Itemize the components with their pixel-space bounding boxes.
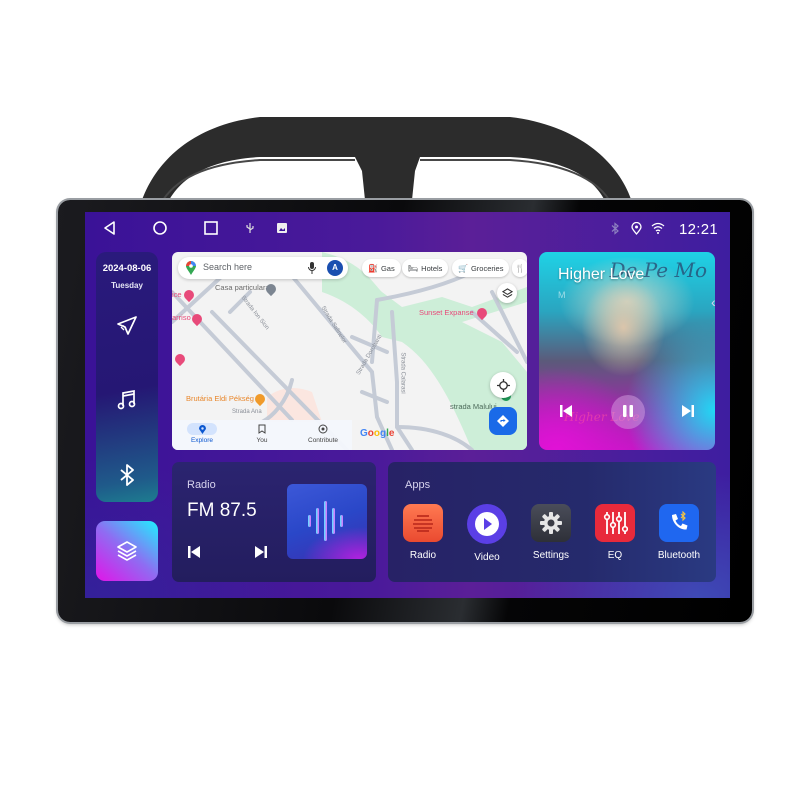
usb-icon: [245, 222, 255, 234]
apps-label: Apps: [405, 479, 431, 491]
pause-button[interactable]: [621, 404, 635, 418]
clock: 12:21: [678, 221, 718, 238]
app-bluetooth[interactable]: Bluetooth: [647, 504, 711, 561]
radio-app-icon: [403, 504, 443, 542]
date-label: 2024-08-06: [102, 263, 152, 274]
skip-previous-icon: [188, 546, 200, 558]
radio-artwork: [287, 484, 367, 559]
map-label-sunset: Sunset Expanse: [419, 308, 474, 317]
contribute-icon: [318, 424, 328, 434]
video-app-icon: [467, 504, 507, 544]
mic-icon[interactable]: [308, 262, 316, 274]
fork-knife-icon: 🍴: [515, 263, 525, 273]
track-title: Higher Love: [558, 266, 645, 283]
home-icon[interactable]: [152, 220, 168, 236]
google-maps-pin-icon: [186, 261, 196, 275]
track-artist: M: [558, 290, 566, 300]
map-label-casa: Casa particulara: [215, 283, 270, 292]
map-label-brutaria: Brutária Eldi Pékség: [186, 394, 254, 403]
bluetooth-status-icon: [610, 222, 620, 235]
equalizer-app-icon: [595, 504, 635, 542]
map-label-strada-calarasi: Strada Calarasi: [399, 352, 406, 394]
navigation-icon[interactable]: [115, 314, 139, 338]
chip-gas[interactable]: ⛽ Gas: [362, 259, 401, 277]
directions-button[interactable]: [489, 407, 517, 435]
previous-track-button[interactable]: [559, 404, 573, 418]
crosshair-icon: [496, 378, 510, 392]
map-tab-you[interactable]: You: [237, 423, 287, 444]
day-label: Tuesday: [111, 281, 143, 290]
gas-station-icon: ⛽: [368, 263, 378, 273]
wifi-icon: [651, 222, 665, 234]
radio-frequency: FM 87.5: [187, 500, 257, 521]
app-settings[interactable]: Settings: [519, 504, 583, 561]
skip-previous-icon: [560, 405, 572, 417]
directions-icon: [497, 415, 509, 427]
explore-pin-icon: [198, 424, 206, 434]
music-icon[interactable]: [115, 388, 139, 412]
location-icon: [631, 222, 642, 235]
settings-app-icon: [531, 504, 571, 542]
bluetooth-icon[interactable]: [115, 463, 139, 487]
map-widget[interactable]: Search here A ⛽ Gas 🛏 Hotels 🛒 Groceries…: [172, 252, 527, 450]
my-location-button[interactable]: [490, 372, 516, 398]
map-label-strada-ana: Strada Ana: [232, 409, 262, 415]
gallery-icon: [277, 223, 287, 233]
pause-icon: [623, 405, 633, 417]
app-radio[interactable]: Radio: [391, 504, 455, 561]
app-eq[interactable]: EQ: [583, 504, 647, 561]
map-label-partial-1: ice: [172, 290, 182, 299]
skip-next-icon: [682, 405, 694, 417]
skip-next-icon: [255, 546, 267, 558]
search-placeholder: Search here: [203, 262, 253, 272]
bluetooth-phone-app-icon: [659, 504, 699, 542]
chip-hotels[interactable]: 🛏 Hotels: [402, 259, 449, 277]
map-tab-contribute[interactable]: Contribute: [298, 423, 348, 444]
map-layers-button[interactable]: [497, 283, 517, 303]
music-player-widget[interactable]: De Pe Mo Higher Love M Higher Love: [539, 252, 715, 450]
status-bar: 12:21: [85, 212, 730, 246]
chevron-left-icon[interactable]: ‹: [711, 294, 716, 310]
radio-next-button[interactable]: [254, 545, 268, 564]
quick-launch-panel: 2024-08-06 Tuesday: [96, 252, 158, 502]
radio-label: Radio: [187, 479, 216, 491]
bookmark-icon: [258, 424, 266, 434]
map-search-bar[interactable]: Search here A: [178, 257, 348, 279]
google-logo: Google: [360, 428, 395, 439]
chip-groceries[interactable]: 🛒 Groceries: [452, 259, 510, 277]
account-avatar[interactable]: A: [327, 260, 343, 276]
dash-frame: [138, 117, 635, 213]
next-track-button[interactable]: [681, 404, 695, 418]
radio-widget[interactable]: Radio FM 87.5: [172, 462, 376, 582]
head-unit-screen: 12:21 2024-08-06 Tuesday Search here A ⛽…: [85, 212, 730, 598]
chip-restaurants[interactable]: 🍴: [512, 259, 527, 277]
app-video[interactable]: Video: [455, 504, 519, 563]
map-layers-icon: [501, 287, 513, 298]
radio-previous-button[interactable]: [187, 545, 201, 564]
back-icon[interactable]: [102, 220, 118, 236]
apps-widget: Apps Radio Video Settings EQ Bluetooth: [388, 462, 716, 582]
map-tab-explore[interactable]: Explore: [177, 423, 227, 444]
sound-wave-icon: [308, 501, 343, 541]
cart-icon: 🛒: [458, 263, 468, 273]
recents-icon[interactable]: [203, 220, 219, 236]
map-label-partial-2: arriso: [172, 313, 191, 322]
layers-button[interactable]: [96, 521, 158, 581]
map-bottom-nav: Explore You Contribute: [172, 420, 352, 450]
layers-icon: [117, 541, 137, 561]
bed-icon: 🛏: [408, 263, 419, 273]
